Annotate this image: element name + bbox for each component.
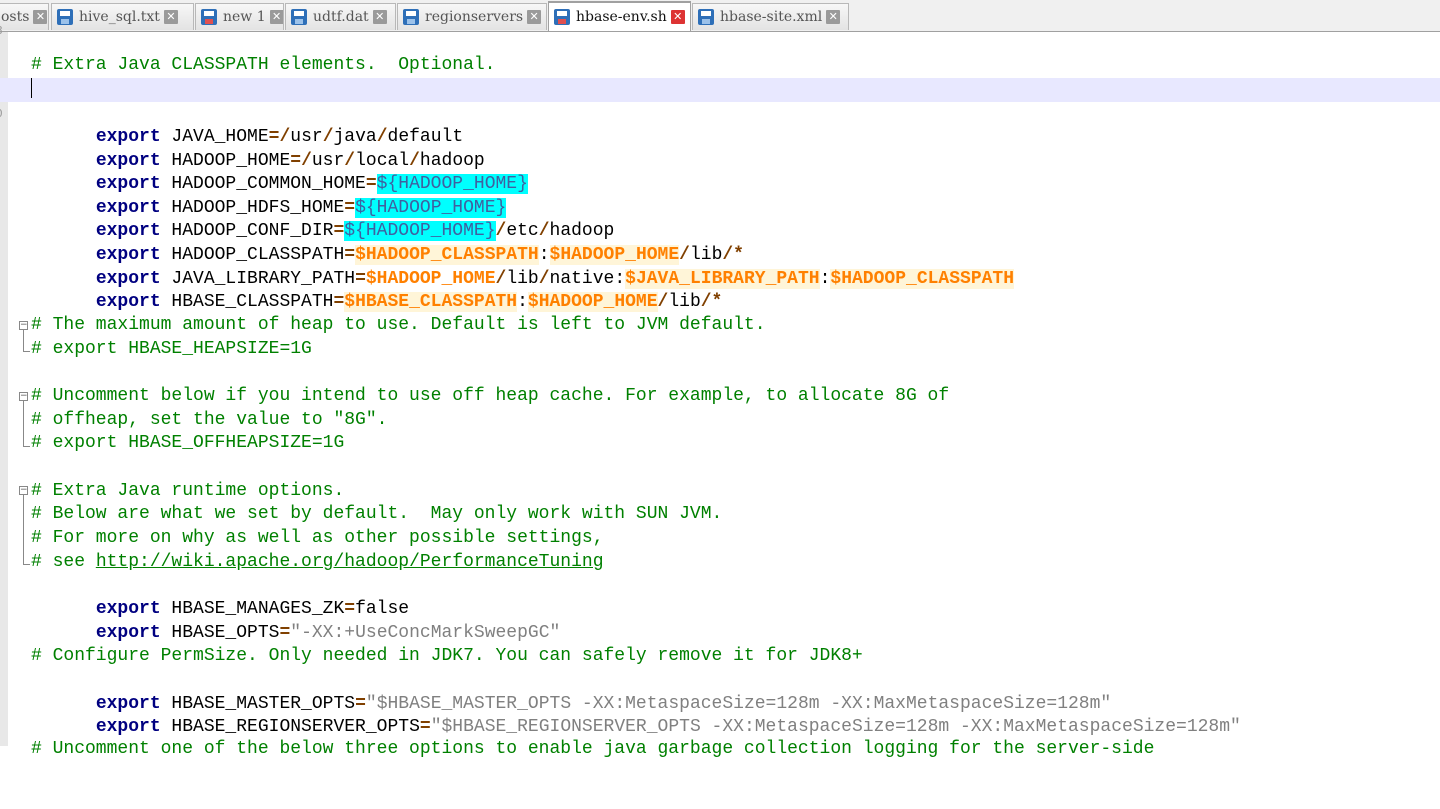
line-number: 8 xyxy=(0,19,6,43)
code-line: # offheap, set the value to "8G". xyxy=(0,409,1440,433)
variable: $HBASE_CLASSPATH xyxy=(344,291,518,312)
code-line: export HADOOP_HOME=/usr/local/hadoop xyxy=(0,126,1440,171)
code-line: # Uncomment one of the below three optio… xyxy=(0,738,1440,762)
string-quote: " xyxy=(1230,716,1241,737)
comment: # Uncomment below if you intend to use o… xyxy=(31,386,950,406)
comment: # Uncomment one of the below three optio… xyxy=(31,739,1155,759)
string-quote: " xyxy=(430,716,442,737)
current-line: 0 xyxy=(0,78,1440,120)
code-line: # For more on why as well as other possi… xyxy=(0,527,1440,551)
comment: # offheap, set the value to "8G". xyxy=(31,410,388,430)
separator: : xyxy=(517,291,528,312)
code-line: # The maximum amount of heap to use. Def… xyxy=(0,314,1440,338)
comment: # export HBASE_HEAPSIZE=1G xyxy=(31,339,312,359)
code-editor[interactable]: − − − 8 9 # Extra Java CLASSPATH element… xyxy=(0,24,1440,759)
operator: /* xyxy=(700,291,723,312)
code-line: # Uncomment below if you intend to use o… xyxy=(0,385,1440,409)
operator: / xyxy=(657,291,669,312)
code-line: # see http://wiki.apache.org/hadoop/Perf… xyxy=(0,551,1440,575)
variable: $HADOOP_HOME xyxy=(527,291,658,312)
code-line: export HBASE_CLASSPATH=$HBASE_CLASSPATH:… xyxy=(0,267,1440,312)
code-line: export HADOOP_COMMON_HOME=${HADOOP_HOME} xyxy=(0,149,1440,194)
keyword: export xyxy=(95,291,161,312)
comment: # export HBASE_OFFHEAPSIZE=1G xyxy=(31,433,345,453)
comment: # Extra Java CLASSPATH elements. Optiona… xyxy=(31,55,496,75)
code-line: # export HBASE_HEAPSIZE=1G xyxy=(0,338,1440,362)
code-line: export HADOOP_HDFS_HOME=${HADOOP_HOME} xyxy=(0,173,1440,218)
code-line: export HADOOP_CLASSPATH=$HADOOP_CLASSPAT… xyxy=(0,220,1440,265)
code-line: # export HBASE_OFFHEAPSIZE=1G xyxy=(0,432,1440,456)
code-line: # Below are what we set by default. May … xyxy=(0,503,1440,527)
comment: # For more on why as well as other possi… xyxy=(31,528,604,548)
code-line: export HBASE_MASTER_OPTS="$HBASE_MASTER_… xyxy=(0,669,1440,714)
comment: # Configure PermSize. Only needed in JDK… xyxy=(31,646,863,666)
keyword: export xyxy=(95,622,161,643)
string-quote: " xyxy=(290,622,302,643)
string-literal: $HBASE_REGIONSERVER_OPTS -XX:MetaspaceSi… xyxy=(441,716,1231,737)
code-line: # Extra Java runtime options. xyxy=(0,480,1440,504)
text-caret xyxy=(31,78,32,99)
comment: # see xyxy=(31,552,96,572)
string-literal: -XX:+UseConcMarkSweepGC xyxy=(301,622,550,643)
performance-tuning-link[interactable]: http://wiki.apache.org/hadoop/Performanc… xyxy=(96,552,604,572)
comment: # Extra Java runtime options. xyxy=(31,481,345,501)
code-line: export JAVA_LIBRARY_PATH=$HADOOP_HOME/li… xyxy=(0,244,1440,289)
keyword: export xyxy=(95,716,161,737)
comment: # Below are what we set by default. May … xyxy=(31,504,723,524)
string-quote: " xyxy=(549,622,561,643)
code-line: # Configure PermSize. Only needed in JDK… xyxy=(0,645,1440,669)
code-line: export HBASE_REGIONSERVER_OPTS="$HBASE_R… xyxy=(0,692,1440,737)
code-line: export JAVA_HOME=/usr/java/default xyxy=(0,102,1440,147)
code-line: export HADOOP_CONF_DIR=${HADOOP_HOME}/et… xyxy=(0,196,1440,241)
identifier: HBASE_REGIONSERVER_OPTS xyxy=(160,716,420,737)
identifier: HBASE_OPTS xyxy=(160,622,280,643)
path-segment: lib xyxy=(668,291,701,312)
code-line: 8 xyxy=(0,19,1440,43)
operator: = xyxy=(419,716,431,737)
code-line: 9 # Extra Java CLASSPATH elements. Optio… xyxy=(0,54,1440,96)
code-line: export HBASE_MANAGES_ZK=false xyxy=(0,574,1440,619)
operator: = xyxy=(279,622,291,643)
identifier: HBASE_CLASSPATH xyxy=(160,291,334,312)
comment: # The maximum amount of heap to use. Def… xyxy=(31,315,766,335)
code-line: export HBASE_OPTS="-XX:+UseConcMarkSweep… xyxy=(0,598,1440,643)
operator: = xyxy=(333,291,345,312)
